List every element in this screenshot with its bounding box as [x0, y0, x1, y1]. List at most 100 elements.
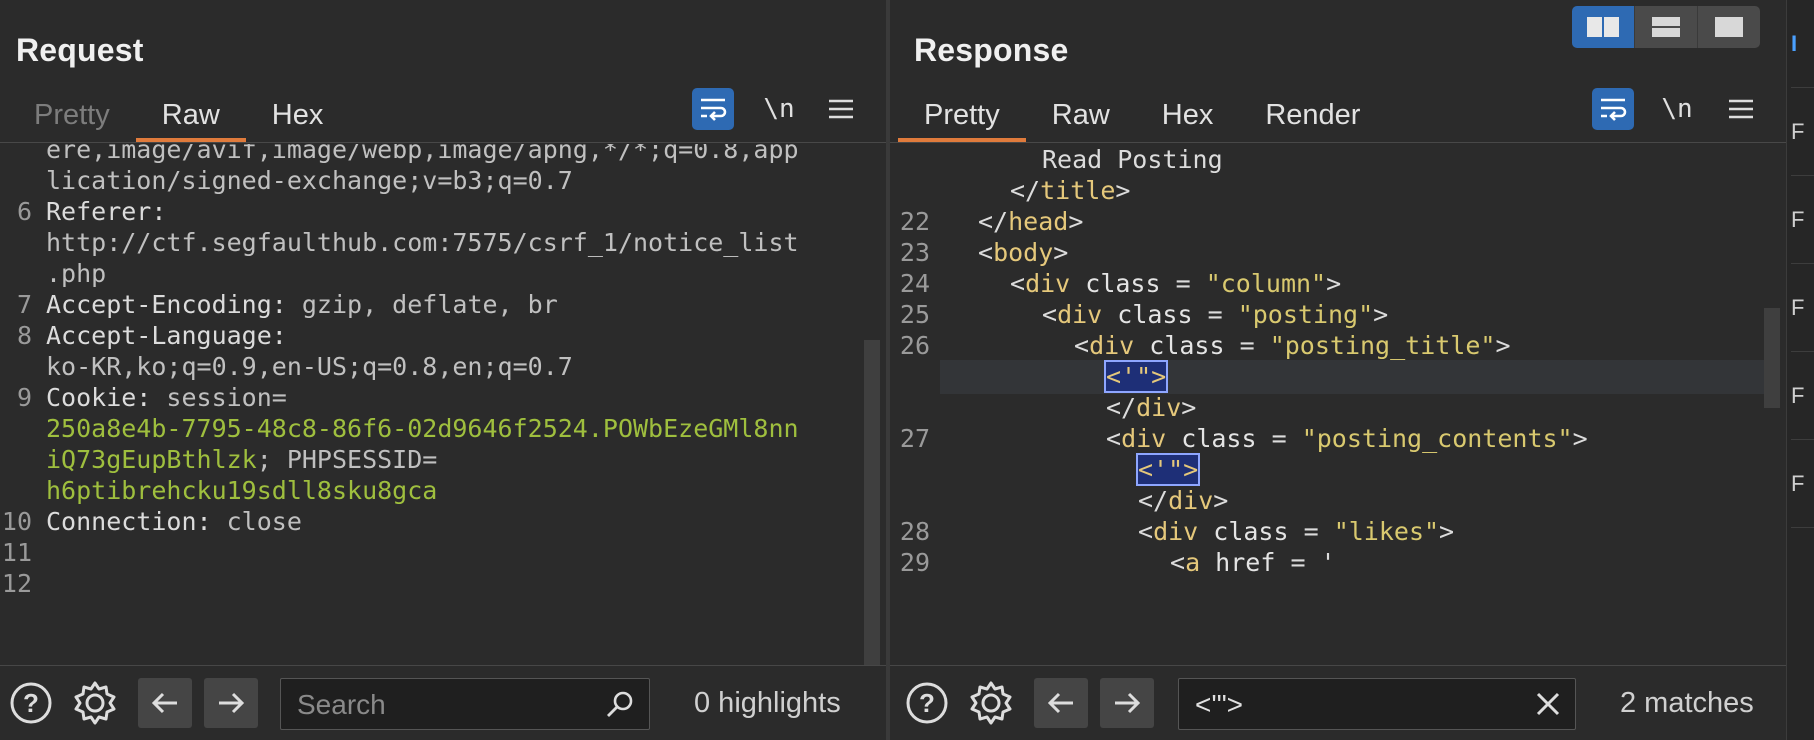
request-title: Request [16, 32, 144, 68]
search-icon[interactable] [605, 689, 635, 719]
inspector-strip-item[interactable]: I [1791, 0, 1814, 88]
help-icon: ? [10, 682, 52, 724]
wrap-lines-toggle[interactable] [692, 88, 734, 130]
request-tabs: Pretty Raw Hex [8, 90, 349, 142]
help-icon: ? [906, 682, 948, 724]
code-token: < [1106, 424, 1122, 453]
hamburger-icon [829, 99, 853, 119]
code-token: class [1102, 300, 1193, 329]
settings-button[interactable] [968, 680, 1014, 726]
tab-raw[interactable]: Raw [1026, 90, 1136, 140]
gear-icon [970, 681, 1012, 725]
code-token: gzip, deflate, br [286, 290, 558, 319]
inspector-strip-item[interactable]: F [1791, 352, 1814, 440]
svg-text:?: ? [919, 688, 935, 718]
code-token: > [1213, 486, 1229, 515]
code-token: div [1168, 486, 1214, 515]
code-token: </ [1138, 486, 1169, 515]
code-token: Accept-Encoding: [46, 290, 287, 319]
code-token: </ [1106, 393, 1137, 422]
line-number: 12 [1, 569, 32, 598]
code-token: div [1136, 393, 1182, 422]
code-token: Accept-Language: [46, 321, 287, 350]
code-token: = [1160, 269, 1206, 298]
request-editor[interactable]: ere,image/avif,image/webp,image/apng,*/*… [0, 144, 886, 666]
code-token: .php [46, 259, 107, 288]
code-line: http://ctf.segfaulthub.com:7575/csrf_1/n… [46, 225, 799, 261]
response-scrollbar[interactable] [1764, 308, 1780, 408]
code-token: = [1256, 424, 1302, 453]
response-search-input[interactable] [1193, 685, 1497, 725]
inspector-strip-item[interactable]: F [1791, 440, 1814, 528]
next-button[interactable] [204, 678, 258, 728]
matches-count: 2 matches [1620, 687, 1754, 719]
side-by-side-layout-button[interactable] [1572, 6, 1635, 48]
svg-text:?: ? [23, 688, 39, 718]
request-scrollbar[interactable] [864, 340, 880, 666]
code-token: < [1074, 331, 1090, 360]
hamburger-icon [1729, 99, 1753, 119]
side-by-side-layout-icon [1587, 17, 1619, 37]
tab-hex[interactable]: Hex [1136, 90, 1240, 140]
show-newlines-toggle[interactable]: \n [1656, 88, 1698, 130]
code-token: class [1134, 331, 1225, 360]
menu-button[interactable] [1720, 88, 1762, 130]
line-number: 29 [899, 548, 930, 577]
previous-button[interactable] [138, 678, 192, 728]
gear-icon [74, 681, 116, 725]
tab-pretty[interactable]: Pretty [898, 90, 1026, 142]
clear-search-icon[interactable] [1535, 691, 1561, 717]
stacked-layout-icon [1652, 17, 1680, 37]
code-token: h6ptibrehcku19sdll8sku8gca [46, 476, 438, 505]
inspector-side-strip: IFFFFF [1786, 0, 1814, 740]
arrow-left-icon [1047, 692, 1073, 714]
request-search-input[interactable] [295, 685, 599, 725]
search-match-highlight: <'"> [1103, 360, 1169, 393]
show-newlines-toggle[interactable]: \n [758, 88, 800, 130]
arrow-right-icon [1115, 692, 1141, 714]
code-token: Referer: [46, 197, 167, 226]
previous-match-button[interactable] [1034, 678, 1088, 728]
code-token: close [211, 507, 302, 536]
code-token: ko-KR,ko;q=0.9,en-US;q=0.8,en;q=0.7 [46, 352, 573, 381]
tab-raw[interactable]: Raw [135, 90, 246, 142]
response-title: Response [914, 32, 1069, 68]
menu-button[interactable] [820, 88, 862, 130]
code-token: < [1042, 300, 1058, 329]
code-token: session= [151, 383, 287, 412]
code-token: </ [1010, 176, 1041, 205]
settings-button[interactable] [72, 680, 118, 726]
request-bottom-bar: ? 0 highlights [0, 665, 886, 740]
code-token: http://ctf.segfaulthub.com:7575/csrf_1/n… [46, 228, 799, 257]
code-token: head [1008, 207, 1069, 236]
code-token: Cookie: [46, 383, 152, 412]
arrow-left-icon [151, 692, 177, 714]
code-line: <a href = ' [1170, 545, 1336, 581]
code-token: Connection: [46, 507, 212, 536]
code-token: = ' [1275, 548, 1336, 577]
code-token: > [1115, 176, 1131, 205]
code-token: body [993, 238, 1054, 267]
single-pane-layout-button[interactable] [1698, 6, 1760, 48]
code-token: > [1495, 331, 1511, 360]
wrap-lines-toggle[interactable] [1592, 88, 1634, 130]
code-token: = [1288, 517, 1334, 546]
response-bottom-bar: ? 2 matches [890, 665, 1786, 740]
next-match-button[interactable] [1100, 678, 1154, 728]
response-editor[interactable]: Read Posting </title> 22 </head> 23 <body> 24 <… [890, 144, 1786, 666]
stacked-layout-button[interactable] [1635, 6, 1698, 48]
code-token: = [1192, 300, 1238, 329]
tab-hex[interactable]: Hex [246, 90, 350, 140]
code-line: Connection: close [46, 504, 302, 540]
inspector-strip-item[interactable]: F [1791, 88, 1814, 176]
inspector-strip-item[interactable]: F [1791, 264, 1814, 352]
code-token: href [1200, 548, 1276, 577]
tab-render[interactable]: Render [1239, 90, 1386, 140]
tab-pretty[interactable]: Pretty [8, 90, 136, 140]
inspector-strip-item[interactable]: F [1791, 176, 1814, 264]
code-token: = [1224, 331, 1270, 360]
help-button[interactable]: ? [8, 680, 54, 726]
layout-toggle-group [1572, 6, 1760, 48]
code-token: "posting_contents" [1301, 424, 1573, 453]
help-button[interactable]: ? [904, 680, 950, 726]
